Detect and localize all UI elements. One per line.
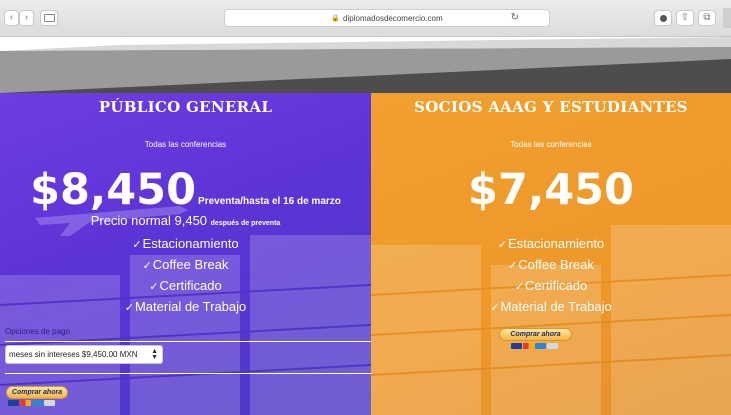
- url-text: diplomadosdecomercio.com: [343, 13, 443, 23]
- card-icon: [547, 343, 558, 349]
- plan-members: SOCIOS AAAG Y ESTUDIANTES Todas las conf…: [371, 93, 731, 415]
- price: $7,450: [468, 165, 634, 215]
- forward-button[interactable]: ›: [19, 10, 34, 26]
- feature-item: ✓Estacionamiento: [497, 236, 605, 251]
- payment-cards: [511, 343, 558, 349]
- check-icon: ✓: [142, 260, 152, 272]
- price-row: $7,450: [371, 165, 731, 215]
- buy-now-button[interactable]: Comprar ahora: [499, 328, 572, 341]
- feature-item: ✓Estacionamiento: [132, 236, 239, 251]
- payment-options-label: Opciones de pago: [5, 327, 70, 336]
- feature-item: ✓Coffee Break: [142, 257, 229, 272]
- feature-item: ✓Material de Trabajo: [490, 299, 612, 314]
- download-icon: [659, 14, 667, 22]
- plan-general: PÚBLICO GENERAL Todas las conferencias $…: [0, 93, 371, 415]
- window-edge: [723, 8, 731, 28]
- price: $8,450: [30, 165, 197, 215]
- mastercard-icon: [523, 343, 534, 349]
- reload-icon[interactable]: ↻: [511, 12, 519, 23]
- lock-icon: 🔒: [331, 15, 341, 22]
- plan-title: SOCIOS AAAG Y ESTUDIANTES: [414, 98, 688, 116]
- divider: [5, 373, 371, 374]
- normal-price-text: Precio normal 9,450: [90, 213, 208, 228]
- tabs-icon: ⧉: [703, 12, 711, 23]
- feature-item: ✓Coffee Break: [508, 257, 594, 272]
- chevron-left-icon: ‹: [9, 12, 14, 23]
- presale-note: Preventa/hasta el 16 de marzo: [198, 196, 341, 207]
- card-icon: [44, 400, 55, 406]
- feature-list: ✓Estacionamiento ✓Coffee Break ✓Certific…: [0, 234, 371, 318]
- share-icon: ⇧: [680, 12, 690, 23]
- check-icon: ✓: [490, 302, 500, 314]
- feature-item: ✓Certificado: [149, 278, 222, 293]
- select-arrows-icon: ▲ ▼: [151, 348, 158, 361]
- normal-price-suffix: después de preventa: [210, 220, 281, 227]
- visa-icon: [511, 343, 522, 349]
- check-icon: ✓: [497, 239, 508, 251]
- amex-icon: [32, 400, 43, 406]
- browser-toolbar: ‹ › 🔒 diplomadosdecomercio.com ↻ ⇧ ⧉: [0, 0, 731, 37]
- price-row: $8,450 Preventa/hasta el 16 de marzo: [0, 165, 371, 215]
- payment-select[interactable]: meses sin intereses $9,450.00 MXN ▲ ▼: [5, 345, 163, 364]
- check-icon: ✓: [132, 239, 142, 251]
- buy-now-label: Comprar ahora: [11, 389, 63, 396]
- feature-list: ✓Estacionamiento ✓Coffee Break ✓Certific…: [371, 234, 731, 318]
- address-bar[interactable]: 🔒 diplomadosdecomercio.com ↻: [224, 9, 550, 27]
- back-button[interactable]: ‹: [4, 10, 19, 26]
- sidebar-button[interactable]: [40, 10, 58, 26]
- check-icon: ✓: [149, 281, 159, 293]
- buy-now-label: Comprar ahora: [510, 331, 561, 338]
- plan-title: PÚBLICO GENERAL: [98, 98, 273, 116]
- chevron-right-icon: ›: [24, 12, 29, 23]
- download-button[interactable]: [654, 10, 672, 26]
- decorative-banner: [0, 37, 731, 93]
- sidebar-icon: [43, 14, 55, 22]
- feature-item: ✓Certificado: [514, 278, 588, 293]
- plan-subtitle: Todas las conferencias: [144, 140, 227, 149]
- amex-icon: [535, 343, 546, 349]
- payment-cards: [8, 400, 55, 406]
- divider: [5, 341, 371, 342]
- check-icon: ✓: [124, 302, 134, 314]
- share-button[interactable]: ⇧: [676, 10, 694, 26]
- plan-subtitle: Todas las conferencias: [510, 140, 592, 149]
- mastercard-icon: [20, 400, 31, 406]
- feature-item: ✓Material de Trabajo: [124, 299, 247, 314]
- check-icon: ✓: [514, 281, 525, 293]
- normal-price: Precio normal 9,450 después de preventa: [0, 213, 371, 228]
- check-icon: ✓: [508, 260, 518, 272]
- tabs-button[interactable]: ⧉: [698, 10, 716, 26]
- visa-icon: [8, 400, 19, 406]
- buy-now-button[interactable]: Comprar ahora: [6, 386, 68, 399]
- payment-select-value: meses sin intereses $9,450.00 MXN: [9, 350, 138, 359]
